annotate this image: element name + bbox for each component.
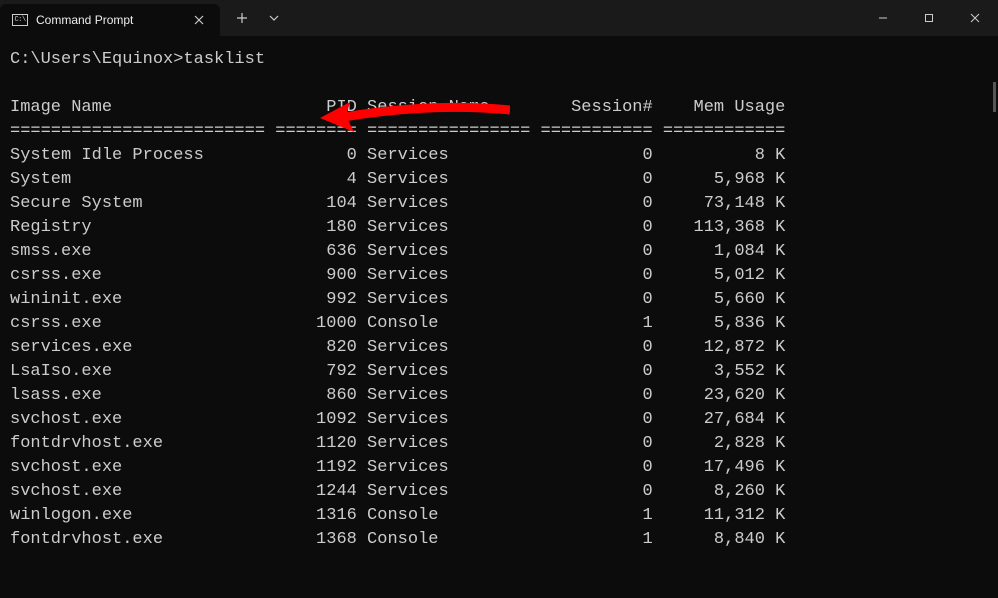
tab-controls	[220, 0, 296, 36]
tab-command-prompt[interactable]: C:\ Command Prompt	[0, 4, 220, 36]
prompt-line: C:\Users\Equinox>tasklist	[10, 48, 988, 72]
new-tab-button[interactable]	[228, 4, 256, 32]
cmd-icon: C:\	[12, 14, 28, 26]
scrollbar-thumb[interactable]	[993, 82, 996, 112]
close-tab-button[interactable]	[190, 11, 208, 29]
minimize-button[interactable]	[860, 0, 906, 36]
maximize-button[interactable]	[906, 0, 952, 36]
close-window-button[interactable]	[952, 0, 998, 36]
title-bar: C:\ Command Prompt	[0, 0, 998, 36]
window-controls	[860, 0, 998, 36]
terminal-area[interactable]: C:\Users\Equinox>tasklist Image Name PID…	[0, 36, 998, 564]
title-drag-area[interactable]	[296, 0, 860, 36]
tasklist-output: Image Name PID Session Name Session# Mem…	[10, 96, 988, 552]
tab-dropdown-button[interactable]	[260, 4, 288, 32]
tab-title: Command Prompt	[36, 13, 182, 27]
